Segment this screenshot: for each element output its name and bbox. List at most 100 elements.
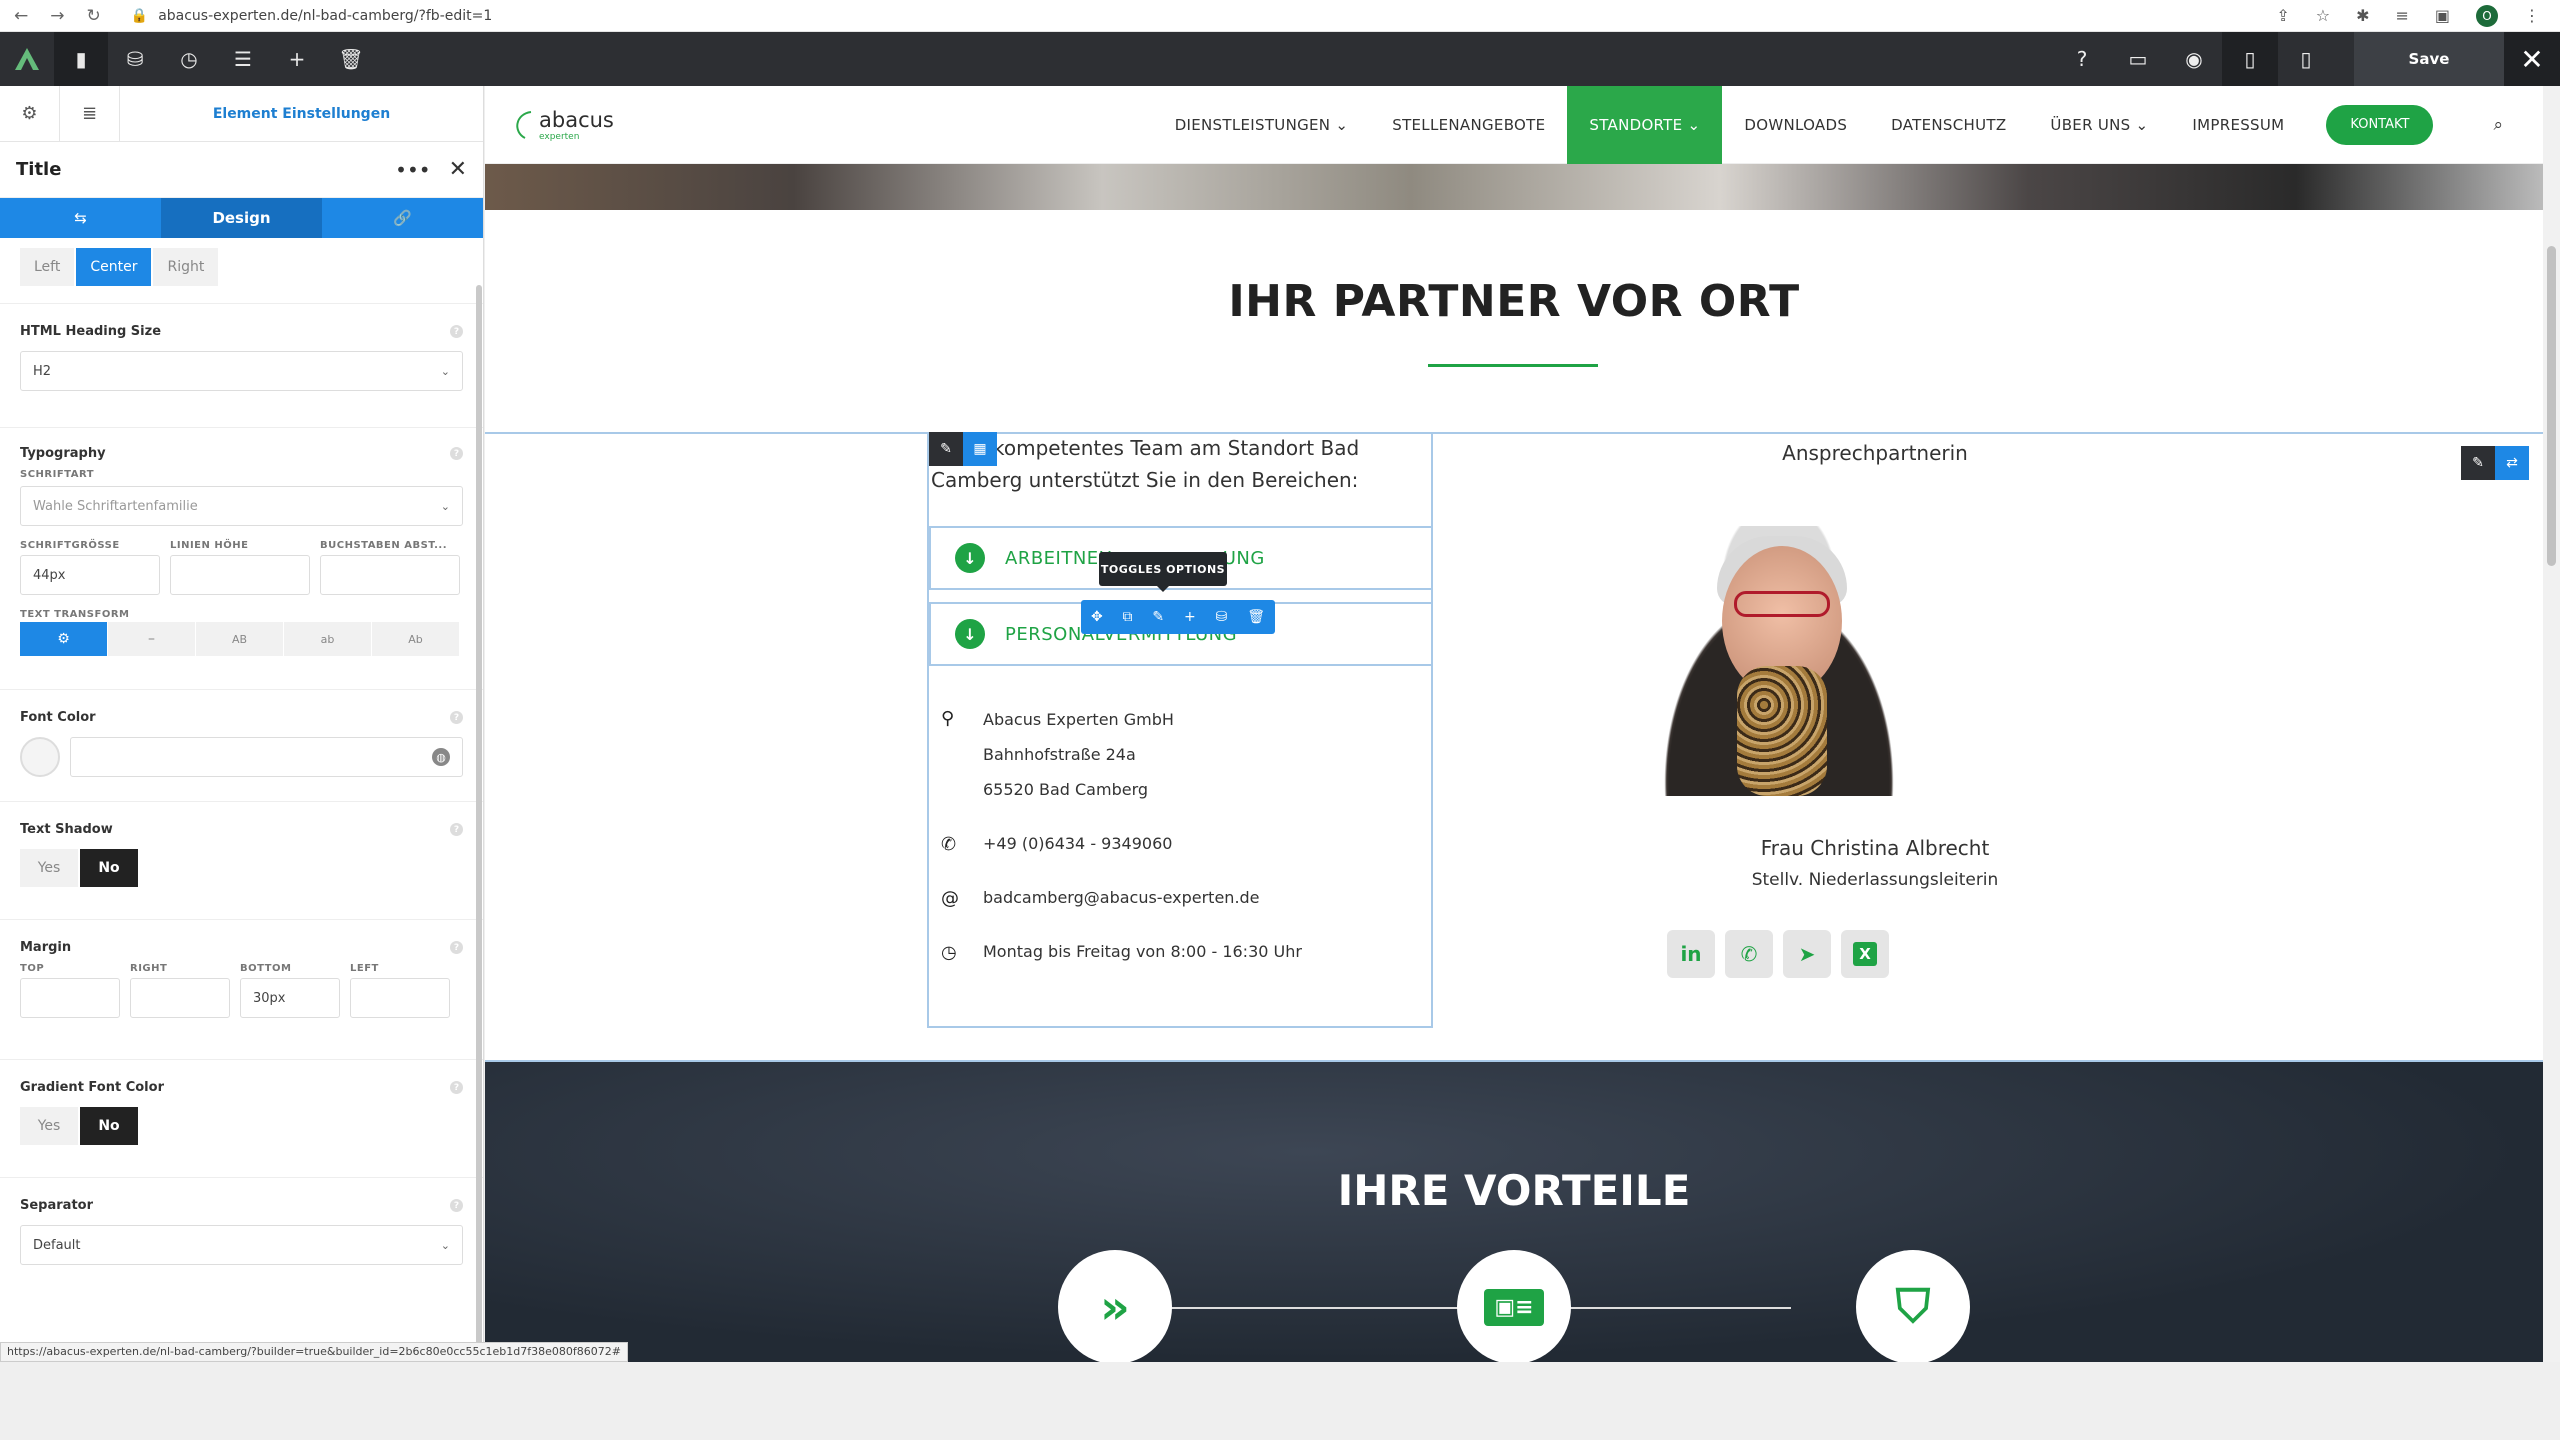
nav-dienstleistungen[interactable]: DIENSTLEISTUNGEN ⌄ [1153,86,1371,164]
tt-none-button[interactable]: – [108,622,195,656]
preview-eye-icon[interactable]: ◉ [2166,32,2222,86]
back-icon[interactable]: ← [14,6,28,26]
tab-general[interactable]: ⇆ [0,198,161,238]
avada-logo-icon[interactable] [0,32,54,86]
clone-icon[interactable]: ⧉ [1123,609,1133,625]
navigator-icon[interactable]: ☰ [216,32,270,86]
whatsapp-icon[interactable]: ✆ [1725,930,1773,978]
help-icon[interactable]: ? [450,1081,463,1094]
phone-text[interactable]: +49 (0)6434 - 9349060 [983,834,1172,855]
separator-select[interactable]: Default ⌄ [20,1225,463,1265]
page-scrollbar[interactable] [2543,86,2560,1362]
close-icon[interactable]: ✕ [449,157,467,182]
heading-partner[interactable]: IHR PARTNER VOR ORT [485,276,2543,327]
list-icon[interactable]: ≣ [60,86,120,141]
xing-icon[interactable]: X [1841,930,1889,978]
heading-size-select[interactable]: H2 ⌄ [20,351,463,391]
margin-bottom-input[interactable]: 30px [240,978,340,1018]
tab-design[interactable]: Design [161,198,322,238]
edit-pencil-icon[interactable]: ✎ [929,432,963,466]
heading-vorteile[interactable]: IHRE VORTEILE [485,1166,2543,1215]
nav-ueber-uns[interactable]: ÜBER UNS ⌄ [2028,86,2170,164]
globe-icon[interactable]: ◍ [432,748,450,766]
margin-right-input[interactable] [130,978,230,1018]
font-color-input[interactable]: ◍ [70,737,463,777]
nav-datenschutz[interactable]: DATENSCHUTZ [1869,86,2028,164]
tt-uppercase-button[interactable]: AB [196,622,283,656]
help-icon[interactable]: ? [450,711,463,724]
site-logo[interactable]: abacus experten [511,108,614,142]
letter-spacing-input[interactable] [320,555,460,595]
line-height-input[interactable] [170,555,310,595]
more-options-icon[interactable]: ••• [395,158,430,182]
library-icon[interactable]: ⛁ [108,32,162,86]
move-icon[interactable]: ✥ [1091,609,1103,625]
tt-lowercase-button[interactable]: ab [284,622,371,656]
forward-icon[interactable]: → [50,6,64,26]
delete-icon[interactable]: 🗑 [1247,609,1265,625]
nav-impressum[interactable]: IMPRESSUM [2170,86,2306,164]
align-right-button[interactable]: Right [153,248,219,286]
column-options-icon[interactable]: ⇄ [2495,446,2529,480]
help-icon[interactable]: ? [450,941,463,954]
tab-extras[interactable]: 🔗 [322,198,483,238]
page-icon[interactable]: ▯ [2222,32,2278,86]
link-icon: 🔗 [393,209,412,227]
save-icon[interactable]: ⛁ [1216,609,1228,625]
add-element-icon[interactable]: + [270,32,324,86]
bookmark-star-icon[interactable]: ☆ [2316,6,2330,25]
at-icon: @ [941,888,959,909]
menu-icon[interactable]: ⋮ [2524,6,2540,25]
element-options-icon[interactable]: ▦ [963,432,997,466]
nav-standorte[interactable]: STANDORTE ⌄ [1567,86,1723,164]
save-button[interactable]: Save [2354,32,2504,86]
color-swatch[interactable] [20,737,60,777]
sidepanel-icon[interactable]: ▣ [2435,6,2450,25]
address-bar[interactable]: 🔒 abacus-experten.de/nl-bad-camberg/?fb-… [131,8,493,24]
telegram-icon[interactable]: ➤ [1783,930,1831,978]
help-icon[interactable]: ? [450,1199,463,1212]
edit-icon[interactable]: ✎ [1152,609,1164,625]
font-family-select[interactable]: Wahle Schriftartenfamilie ⌄ [20,486,463,526]
kontakt-button[interactable]: KONTAKT [2326,104,2434,145]
status-bar-url: https://abacus-experten.de/nl-bad-camber… [0,1342,628,1362]
search-icon[interactable]: ⌕ [2493,115,2503,135]
email-link[interactable]: badcamberg@abacus-experten.de [983,888,1260,909]
gradient-yes[interactable]: Yes [20,1107,78,1145]
linkedin-icon[interactable]: in [1667,930,1715,978]
extensions-icon[interactable]: ✱ [2356,6,2369,25]
profile-avatar[interactable]: O [2476,4,2498,27]
tt-default-button[interactable]: ⚙ [20,622,107,656]
margin-top-input[interactable] [20,978,120,1018]
align-center-button[interactable]: Center [76,248,152,286]
text-transform-label: TEXT TRANSFORM [20,609,130,620]
sidebar-toggle-icon[interactable]: ▮ [54,32,108,86]
gear-icon[interactable]: ⚙ [0,86,60,141]
add-icon[interactable]: + [1184,609,1196,625]
font-size-input[interactable]: 44px [20,555,160,595]
nav-downloads[interactable]: DOWNLOADS [1722,86,1869,164]
tt-capitalize-button[interactable]: Ab [372,622,459,656]
gradient-no[interactable]: No [80,1107,138,1145]
help-icon[interactable]: ? [2054,32,2110,86]
hours-text: Montag bis Freitag von 8:00 - 16:30 Uhr [983,942,1302,961]
help-icon[interactable]: ? [450,823,463,836]
nav-stellenangebote[interactable]: STELLENANGEBOTE [1370,86,1567,164]
margin-left-input[interactable] [350,978,450,1018]
trash-icon[interactable]: 🗑 [324,32,378,86]
text-shadow-yes[interactable]: Yes [20,849,78,887]
sidebar-scrollbar[interactable] [476,285,482,1345]
column-edit-icon[interactable]: ✎ [2461,446,2495,480]
help-icon[interactable]: ? [450,447,463,460]
history-icon[interactable]: ◷ [162,32,216,86]
desktop-preview-icon[interactable]: ▭ [2110,32,2166,86]
share-icon[interactable]: ⇪ [2276,6,2289,25]
help-icon[interactable]: ? [450,325,463,338]
reading-list-icon[interactable]: ≡ [2395,6,2408,25]
align-left-button[interactable]: Left [20,248,75,286]
reload-icon[interactable]: ↻ [87,6,101,26]
logo-subtext: experten [539,131,580,142]
close-builder-icon[interactable]: ✕ [2504,32,2560,86]
page-outline-icon[interactable]: ▯ [2278,32,2334,86]
text-shadow-no[interactable]: No [80,849,138,887]
